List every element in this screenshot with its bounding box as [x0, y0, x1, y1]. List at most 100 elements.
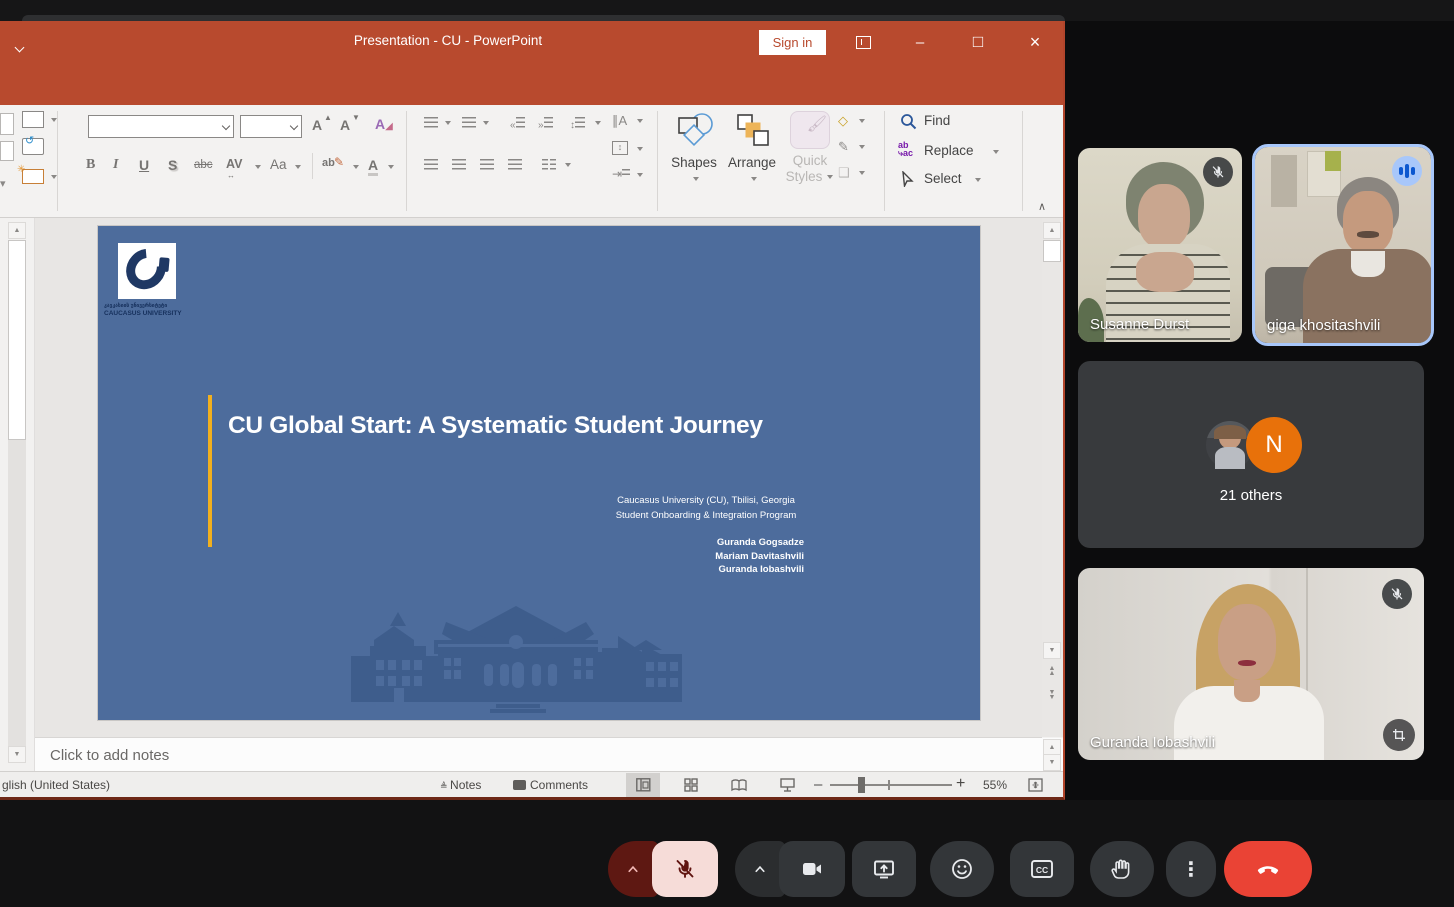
- italic-button[interactable]: I: [113, 157, 118, 173]
- zoom-out-button[interactable]: –: [814, 776, 822, 793]
- audio-bars-icon: [1399, 164, 1415, 178]
- previous-slide-button[interactable]: ▲▲: [1045, 666, 1059, 676]
- font-size-combobox[interactable]: [240, 115, 302, 138]
- zoom-level[interactable]: 55%: [983, 778, 1007, 792]
- canvas-scrollbar[interactable]: ▲ ▼ ▲▲ ▼▼: [1042, 218, 1063, 737]
- normal-view-button[interactable]: [626, 773, 660, 797]
- sign-in-button[interactable]: Sign in: [759, 30, 826, 55]
- partial-dropdown[interactable]: ▾: [0, 177, 6, 190]
- thumbnails-scroll-up-button[interactable]: ▲: [8, 222, 26, 239]
- decrease-indent-button[interactable]: «: [510, 115, 525, 133]
- mic-toggle-button-muted[interactable]: [652, 841, 718, 897]
- align-right-button[interactable]: [480, 157, 494, 175]
- slide[interactable]: კავკასიის უნივერსიტეტი CAUCASUS UNIVERSI…: [98, 226, 980, 720]
- align-text-button[interactable]: ↕: [612, 141, 628, 155]
- thumbnails-scrollbar-track[interactable]: [8, 440, 26, 748]
- clear-formatting-button[interactable]: A◢: [375, 116, 393, 132]
- convert-smartart-button[interactable]: ⇥: [612, 167, 630, 181]
- zoom-slider-center-tick: [888, 780, 890, 790]
- align-center-button[interactable]: [452, 157, 466, 175]
- font-color-button[interactable]: A: [368, 157, 378, 176]
- overflow-participants-tile[interactable]: N 21 others: [1078, 361, 1424, 548]
- shapes-button[interactable]: Shapes: [662, 155, 726, 170]
- find-button[interactable]: Find: [900, 113, 917, 135]
- highlight-color-button[interactable]: ab: [322, 157, 335, 169]
- participant-tile-susanne-durst[interactable]: Susanne Durst: [1078, 148, 1242, 342]
- notes-scroll-down-button[interactable]: ▼: [1043, 754, 1061, 771]
- dropdown-arrow-icon: [595, 121, 601, 125]
- replace-button[interactable]: ab⤷ac Replace: [898, 141, 913, 161]
- close-button[interactable]: ×: [1020, 30, 1050, 54]
- reading-view-button[interactable]: [722, 773, 756, 797]
- window-title: Presentation - CU - PowerPoint: [283, 33, 613, 48]
- slide-subtitle-line2: Student Onboarding & Integration Program: [566, 510, 846, 521]
- thumbnails-scrollbar-thumb[interactable]: [8, 240, 26, 440]
- more-options-button[interactable]: ⋮: [1166, 841, 1216, 897]
- increase-indent-button[interactable]: »: [538, 115, 553, 133]
- notes-scrollbar[interactable]: ▲ ▼: [1042, 738, 1063, 771]
- bullets-button[interactable]: [424, 115, 438, 133]
- quick-styles-button[interactable]: Quick: [782, 153, 838, 168]
- language-status[interactable]: glish (United States): [2, 778, 110, 792]
- zoom-in-button[interactable]: +: [956, 775, 965, 793]
- end-call-button[interactable]: [1224, 841, 1312, 897]
- scroll-down-button[interactable]: ▼: [1043, 642, 1061, 659]
- mic-options-button[interactable]: [608, 841, 658, 897]
- next-slide-button[interactable]: ▼▼: [1045, 690, 1059, 700]
- section-icon[interactable]: ✳: [22, 169, 44, 184]
- numbering-button[interactable]: [462, 115, 476, 133]
- zoom-slider-thumb[interactable]: [858, 777, 865, 793]
- select-button[interactable]: Select: [900, 171, 914, 192]
- grow-font-button[interactable]: A: [312, 117, 322, 133]
- align-left-button[interactable]: [424, 157, 438, 175]
- notes-placeholder[interactable]: Click to add notes: [50, 747, 169, 764]
- reactions-button[interactable]: [930, 841, 994, 897]
- columns-button[interactable]: [542, 157, 556, 175]
- notes-pane[interactable]: Click to add notes: [35, 737, 1042, 771]
- character-spacing-button[interactable]: AV: [226, 157, 242, 171]
- scrollbar-thumb[interactable]: [1043, 240, 1061, 262]
- arrange-button[interactable]: Arrange: [722, 155, 782, 170]
- text-shadow-button[interactable]: S: [168, 157, 177, 173]
- maximize-button[interactable]: □: [963, 30, 993, 54]
- quick-styles-button-line2[interactable]: Styles: [776, 169, 832, 184]
- fit-to-window-button[interactable]: [1020, 773, 1050, 797]
- quick-access-toolbar-chevron-icon[interactable]: [16, 38, 23, 56]
- font-name-combobox[interactable]: [88, 115, 234, 138]
- ribbon-display-options-button[interactable]: [848, 30, 878, 54]
- line-spacing-button[interactable]: ↕: [570, 115, 585, 133]
- raise-hand-button[interactable]: [1090, 841, 1154, 897]
- slide-sorter-view-button[interactable]: [674, 773, 708, 797]
- shrink-font-button[interactable]: A: [340, 117, 350, 133]
- crop-video-button[interactable]: [1383, 719, 1415, 751]
- partial-icon[interactable]: [0, 113, 14, 135]
- notes-toggle-button[interactable]: ≜ Notes: [440, 778, 481, 792]
- zoom-slider-track[interactable]: [830, 784, 952, 786]
- scroll-up-button[interactable]: ▲: [1043, 222, 1061, 239]
- present-screen-button[interactable]: [852, 841, 916, 897]
- bold-button[interactable]: B: [86, 157, 95, 173]
- grow-arrow-icon: ▲: [324, 113, 332, 122]
- shape-outline-icon[interactable]: ✎: [838, 139, 849, 155]
- underline-button[interactable]: U: [139, 157, 149, 173]
- layout-icon[interactable]: [22, 111, 44, 128]
- change-case-button[interactable]: Aa: [270, 157, 287, 172]
- justify-button[interactable]: [508, 157, 522, 175]
- shape-fill-icon[interactable]: ◇: [838, 113, 848, 129]
- strikethrough-button[interactable]: abc: [194, 159, 213, 171]
- reset-slide-icon[interactable]: ↺: [22, 138, 44, 155]
- slide-thumbnails-panel[interactable]: ▲ ▼: [0, 218, 35, 771]
- minimize-button[interactable]: –: [905, 30, 935, 54]
- slide-show-view-button[interactable]: [770, 773, 804, 797]
- participant-tile-giga-khositashvili[interactable]: giga khositashvili: [1252, 144, 1434, 346]
- camera-options-button[interactable]: [735, 841, 785, 897]
- participant-tile-guranda-iobashvili[interactable]: Guranda Iobashvili: [1078, 568, 1424, 760]
- partial-icon[interactable]: [0, 141, 14, 161]
- captions-button[interactable]: CC: [1010, 841, 1074, 897]
- thumbnails-scroll-down-button[interactable]: ▼: [8, 746, 26, 763]
- comments-toggle-button[interactable]: Comments: [513, 778, 588, 792]
- collapse-ribbon-button[interactable]: ∧: [1038, 200, 1046, 213]
- text-direction-button[interactable]: ∥A: [612, 113, 627, 129]
- shape-effects-icon[interactable]: ❑: [838, 165, 850, 181]
- camera-toggle-button[interactable]: [779, 841, 845, 897]
